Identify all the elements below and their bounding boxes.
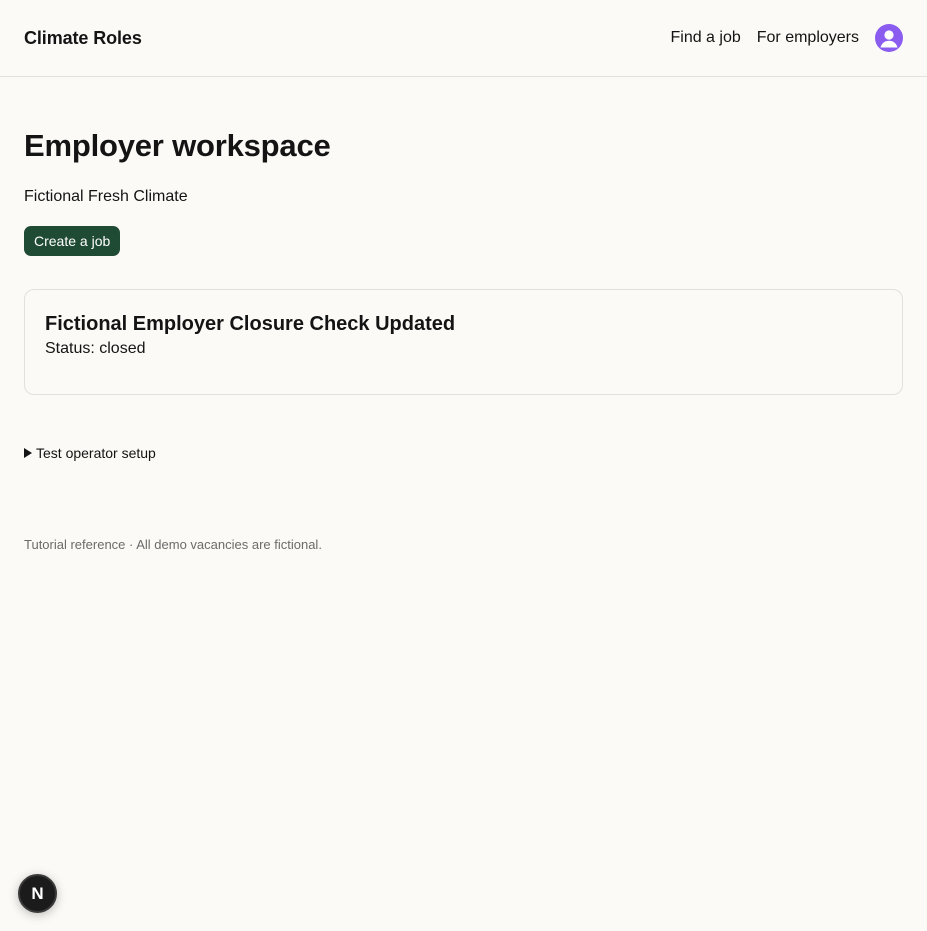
footer-note: Tutorial reference · All demo vacancies …	[24, 536, 322, 552]
disclosure-triangle-icon	[24, 447, 32, 458]
create-job-button[interactable]: Create a job	[24, 225, 121, 256]
company-name: Fictional Fresh Climate	[24, 188, 188, 206]
site-header: Climate Roles Find a job For employers	[0, 0, 927, 77]
user-icon	[880, 30, 898, 48]
top-nav: Find a job For employers	[654, 24, 903, 52]
job-status: Status: closed	[45, 339, 146, 357]
job-title: Fictional Employer Closure Check Updated	[45, 312, 456, 335]
brand-logo-link[interactable]: Climate Roles	[24, 28, 142, 49]
nextjs-logo-letter: N	[31, 883, 44, 903]
test-operator-setup-disclosure: Test operator setup	[24, 445, 903, 461]
nav-link-for-employers[interactable]: For employers	[757, 29, 859, 47]
user-avatar-button[interactable]	[875, 24, 903, 52]
test-operator-setup-label: Test operator setup	[36, 444, 156, 461]
main-content: Employer workspace Fictional Fresh Clima…	[0, 127, 927, 552]
nav-link-find-a-job[interactable]: Find a job	[670, 29, 740, 47]
page-title: Employer workspace	[24, 128, 331, 163]
test-operator-setup-toggle[interactable]: Test operator setup	[24, 445, 903, 461]
job-card: Fictional Employer Closure Check Updated…	[24, 288, 903, 395]
nextjs-dev-indicator-button[interactable]: N	[18, 874, 57, 913]
